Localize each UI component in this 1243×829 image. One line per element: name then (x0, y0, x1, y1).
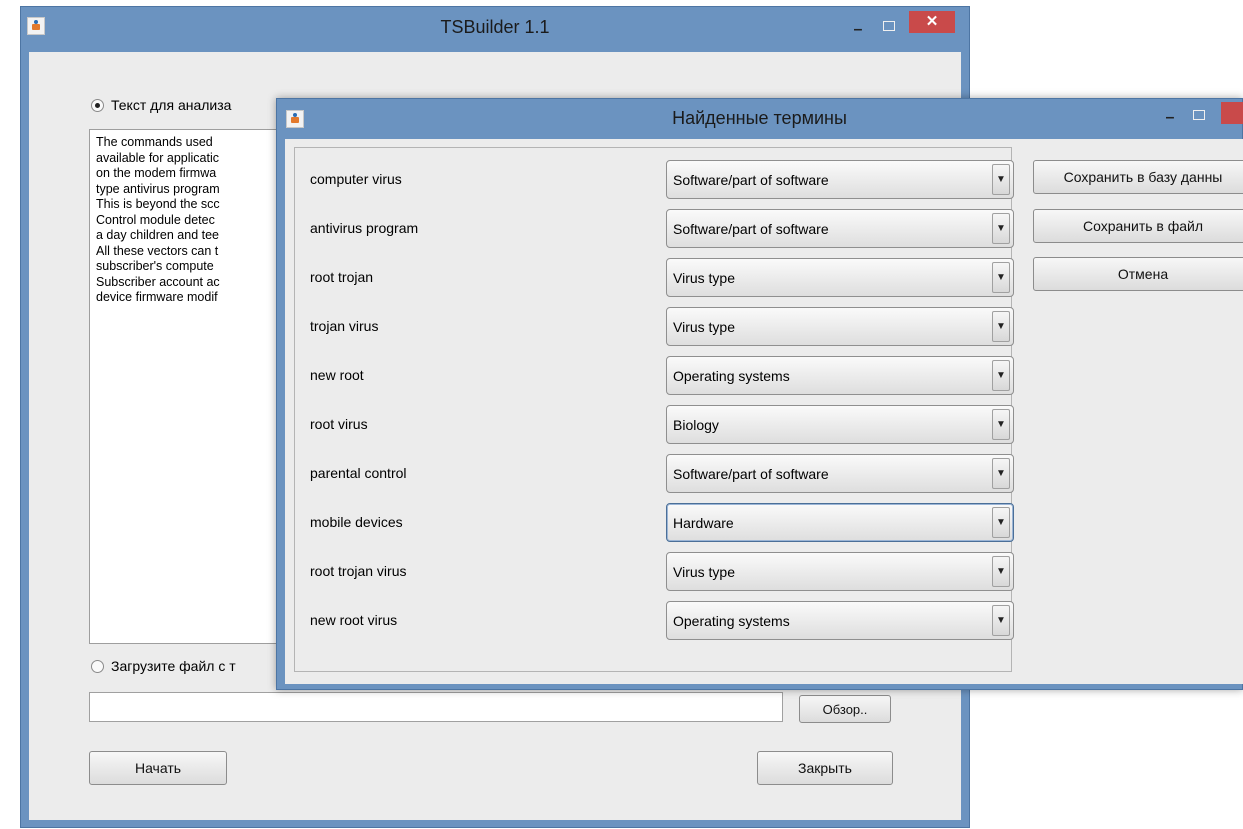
dropdown-arrow-icon[interactable]: ▼ (992, 605, 1010, 636)
category-selected-value: Virus type (673, 319, 735, 335)
category-dropdown[interactable]: Biology ▼ (666, 405, 1014, 444)
category-dropdown[interactable]: Software/part of software ▼ (666, 160, 1014, 199)
category-selected-value: Virus type (673, 270, 735, 286)
term-label: computer virus (310, 171, 402, 187)
category-dropdown[interactable]: Hardware ▼ (666, 503, 1014, 542)
minimize-icon[interactable]: – (845, 21, 871, 41)
term-label: root trojan virus (310, 563, 407, 579)
dialog-title-bar[interactable]: Найденные термины – (277, 99, 1243, 139)
term-label: new root virus (310, 612, 398, 628)
dropdown-arrow-icon[interactable]: ▼ (992, 311, 1010, 342)
term-label: root virus (310, 416, 368, 432)
term-label: antivirus program (310, 220, 419, 236)
dropdown-arrow-icon[interactable]: ▼ (992, 507, 1010, 538)
radio-file-input[interactable] (91, 660, 104, 673)
dialog-close-icon[interactable] (1221, 102, 1243, 124)
save-to-file-button[interactable]: Сохранить в файл (1033, 209, 1243, 243)
radio-text-input-label[interactable]: Текст для анализа (111, 97, 231, 113)
browse-button[interactable]: Обзор.. (799, 695, 891, 723)
dropdown-arrow-icon[interactable]: ▼ (992, 556, 1010, 587)
term-label: new root (310, 367, 364, 383)
dialog-maximize-icon[interactable] (1193, 110, 1205, 120)
category-selected-value: Software/part of software (673, 172, 829, 188)
term-label: parental control (310, 465, 407, 481)
term-label: mobile devices (310, 514, 403, 530)
category-selected-value: Operating systems (673, 613, 790, 629)
save-to-database-button[interactable]: Сохранить в базу данны (1033, 160, 1243, 194)
dialog-client-area: computer virus Software/part of software ▼… (285, 139, 1243, 684)
dropdown-arrow-icon[interactable]: ▼ (992, 360, 1010, 391)
category-selected-value: Software/part of software (673, 466, 829, 482)
category-dropdown[interactable]: Operating systems ▼ (666, 601, 1014, 640)
main-window-title: TSBuilder 1.1 (440, 17, 550, 37)
category-dropdown[interactable]: Software/part of software ▼ (666, 454, 1014, 493)
maximize-icon[interactable] (883, 21, 895, 31)
close-button[interactable]: Закрыть (757, 751, 893, 785)
main-title-bar[interactable]: TSBuilder 1.1 – ✕ (21, 7, 969, 52)
dialog-minimize-icon[interactable]: – (1157, 109, 1183, 129)
found-terms-dialog: Найденные термины – computer virus Softwa… (276, 98, 1243, 690)
dropdown-arrow-icon[interactable]: ▼ (992, 213, 1010, 244)
dropdown-arrow-icon[interactable]: ▼ (992, 458, 1010, 489)
cancel-button[interactable]: Отмена (1033, 257, 1243, 291)
dropdown-arrow-icon[interactable]: ▼ (992, 262, 1010, 293)
category-dropdown[interactable]: Virus type ▼ (666, 307, 1014, 346)
close-icon[interactable]: ✕ (909, 11, 955, 33)
radio-text-input[interactable] (91, 99, 104, 112)
category-dropdown[interactable]: Software/part of software ▼ (666, 209, 1014, 248)
dropdown-arrow-icon[interactable]: ▼ (992, 164, 1010, 195)
category-dropdown[interactable]: Operating systems ▼ (666, 356, 1014, 395)
dialog-title: Найденные термины (672, 108, 847, 128)
term-label: trojan virus (310, 318, 379, 334)
file-path-input[interactable] (89, 692, 783, 722)
category-selected-value: Virus type (673, 564, 735, 580)
category-selected-value: Software/part of software (673, 221, 829, 237)
radio-file-input-label[interactable]: Загрузите файл с т (111, 658, 236, 674)
category-selected-value: Hardware (673, 515, 734, 531)
category-dropdown[interactable]: Virus type ▼ (666, 258, 1014, 297)
dropdown-arrow-icon[interactable]: ▼ (992, 409, 1010, 440)
terms-panel: computer virus Software/part of software ▼… (294, 147, 1014, 672)
term-label: root trojan (310, 269, 374, 285)
category-selected-value: Biology (673, 417, 719, 433)
category-selected-value: Operating systems (673, 368, 790, 384)
start-button[interactable]: Начать (89, 751, 227, 785)
category-dropdown[interactable]: Virus type ▼ (666, 552, 1014, 591)
